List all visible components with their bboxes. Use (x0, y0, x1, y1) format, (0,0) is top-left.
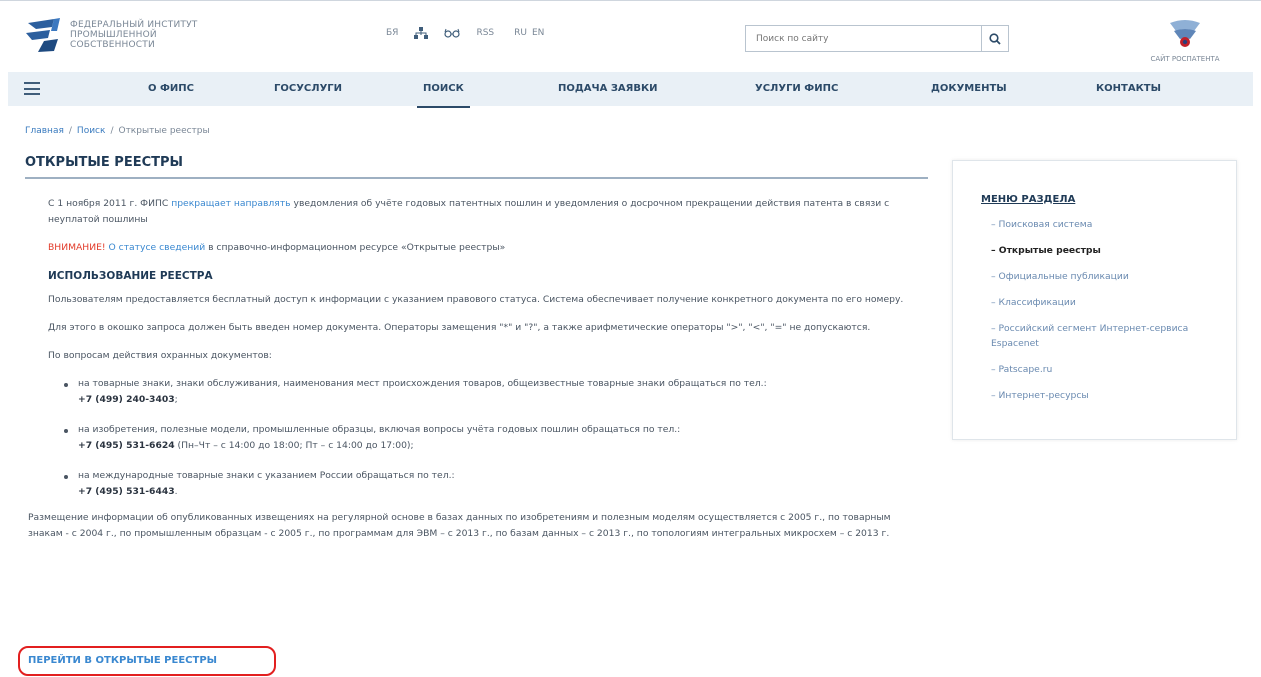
rospatent-link[interactable]: САЙТ РОСПАТЕНТА (1140, 15, 1230, 63)
nav-item-contacts[interactable]: КОНТАКТЫ (1096, 72, 1161, 106)
breadcrumb-home-link[interactable]: Главная (25, 126, 64, 136)
accessibility-button[interactable] (444, 28, 461, 38)
logo-line-3: СОБСТВЕННОСТИ (70, 40, 155, 50)
breadcrumb-separator: / (68, 126, 72, 136)
lang-ru-link[interactable]: RU (514, 28, 527, 38)
search-input[interactable] (746, 26, 976, 52)
list-item: на изобретения, полезные модели, промышл… (64, 422, 928, 454)
section-menu-item-espacenet[interactable]: – Российский сегмент Интернет-сервиса Es… (991, 321, 1221, 351)
section-menu-item-official-publications[interactable]: – Официальные публикации (991, 269, 1221, 284)
search-icon (989, 32, 1001, 45)
logo-line-1: ФЕДЕРАЛЬНЫЙ ИНСТИТУТ (70, 20, 198, 30)
fips-logo-link[interactable]: ФЕДЕРАЛЬНЫЙ ИНСТИТУТ ПРОМЫШЛЕННОЙ СОБСТВ… (24, 17, 197, 53)
section-menu-item-open-registries[interactable]: – Открытые реестры (991, 243, 1221, 258)
contact-extra: . (174, 486, 178, 497)
phone-number: +7 (499) 240-3403 (78, 394, 175, 405)
section-menu: МЕНЮ РАЗДЕЛА – Поисковая система – Откры… (952, 160, 1237, 440)
site-search (745, 25, 1009, 52)
open-registries-link[interactable]: ПЕРЕЙТИ В ОТКРЫТЫЕ РЕЕСТРЫ (28, 655, 217, 666)
section-menu-item-patscape[interactable]: – Patscape.ru (991, 362, 1221, 377)
stop-notifications-link[interactable]: прекращает направлять (171, 198, 290, 209)
section-menu-item-internet-resources[interactable]: – Интернет-ресурсы (991, 388, 1221, 403)
section-menu-title: МЕНЮ РАЗДЕЛА (981, 194, 1076, 205)
contact-description: на международные товарные знаки с указан… (78, 470, 455, 481)
usage-paragraph-3: По вопросам действия охранных документов… (48, 350, 272, 361)
header-tools: БЯ RSS RU EN (386, 27, 544, 39)
rospatent-label: САЙТ РОСПАТЕНТА (1150, 55, 1220, 63)
main-nav: О ФИПС ГОСУСЛУГИ ПОИСК ПОДАЧА ЗАЯВКИ УСЛ… (8, 72, 1253, 108)
site-map-button[interactable] (414, 27, 429, 39)
contact-description: на изобретения, полезные модели, промышл… (78, 424, 681, 435)
fips-logo-icon (26, 18, 60, 52)
glasses-icon (444, 28, 461, 38)
nav-item-documents[interactable]: ДОКУМЕНТЫ (931, 72, 1007, 106)
rss-link[interactable]: RSS (476, 28, 494, 38)
lang-en-link[interactable]: EN (532, 28, 544, 38)
contact-extra: (Пн–Чт – с 14:00 до 18:00; Пт – с 14:00 … (174, 440, 414, 451)
contacts-list: на товарные знаки, знаки обслуживания, н… (64, 376, 928, 500)
breadcrumb-separator: / (110, 126, 114, 136)
menu-burger-icon[interactable] (24, 82, 40, 95)
nav-item-gosuslugi[interactable]: ГОСУСЛУГИ (274, 72, 342, 106)
warning-label: ВНИМАНИЕ! (48, 242, 106, 253)
warning-paragraph: ВНИМАНИЕ! О статусе сведений в справочно… (48, 240, 928, 256)
list-item: на товарные знаки, знаки обслуживания, н… (64, 376, 928, 408)
main-content: С 1 ноября 2011 г. ФИПС прекращает напра… (28, 196, 928, 554)
nav-item-about[interactable]: О ФИПС (148, 72, 194, 106)
list-item: на международные товарные знаки с указан… (64, 468, 928, 500)
site-header: ФЕДЕРАЛЬНЫЙ ИНСТИТУТ ПРОМЫШЛЕННОЙ СОБСТВ… (0, 0, 1261, 72)
section-menu-item-classifications[interactable]: – Классификации (991, 295, 1221, 310)
sign-language-link[interactable]: БЯ (386, 28, 398, 38)
search-button[interactable] (981, 26, 1008, 51)
warning-text: в справочно-информационном ресурсе «Откр… (205, 242, 506, 253)
contact-description: на товарные знаки, знаки обслуживания, н… (78, 378, 767, 389)
data-status-link[interactable]: О статусе сведений (106, 242, 205, 253)
page-title: ОТКРЫТЫЕ РЕЕСТРЫ (25, 155, 183, 170)
usage-section-title: ИСПОЛЬЗОВАНИЕ РЕЕСТРА (48, 270, 213, 282)
nav-item-fips-services[interactable]: УСЛУГИ ФИПС (755, 72, 838, 106)
logo-line-2: ПРОМЫШЛЕННОЙ (70, 30, 157, 40)
usage-paragraph-2: Для этого в окошко запроса должен быть в… (48, 322, 871, 333)
section-menu-item-search-system[interactable]: – Поисковая система (991, 217, 1221, 232)
breadcrumb-search-link[interactable]: Поиск (77, 126, 106, 136)
intro-paragraph: С 1 ноября 2011 г. ФИПС прекращает напра… (48, 196, 928, 228)
intro-text: С 1 ноября 2011 г. ФИПС (48, 198, 172, 209)
site-map-icon (414, 27, 429, 39)
usage-paragraph-1: Пользователям предоставляется бесплатный… (48, 294, 904, 305)
phone-number: +7 (495) 531-6624 (78, 440, 175, 451)
nav-item-search[interactable]: ПОИСК (417, 72, 470, 108)
closing-paragraph: Размещение информации об опубликованных … (28, 512, 891, 539)
nav-item-apply[interactable]: ПОДАЧА ЗАЯВКИ (558, 72, 658, 106)
phone-number: +7 (495) 531-6443 (78, 486, 175, 497)
contact-extra: ; (174, 394, 178, 405)
title-divider (25, 177, 928, 179)
rospatent-emblem-icon (1170, 20, 1200, 47)
breadcrumb-current: Открытые реестры (118, 126, 210, 136)
breadcrumb: Главная / Поиск / Открытые реестры (25, 126, 210, 136)
